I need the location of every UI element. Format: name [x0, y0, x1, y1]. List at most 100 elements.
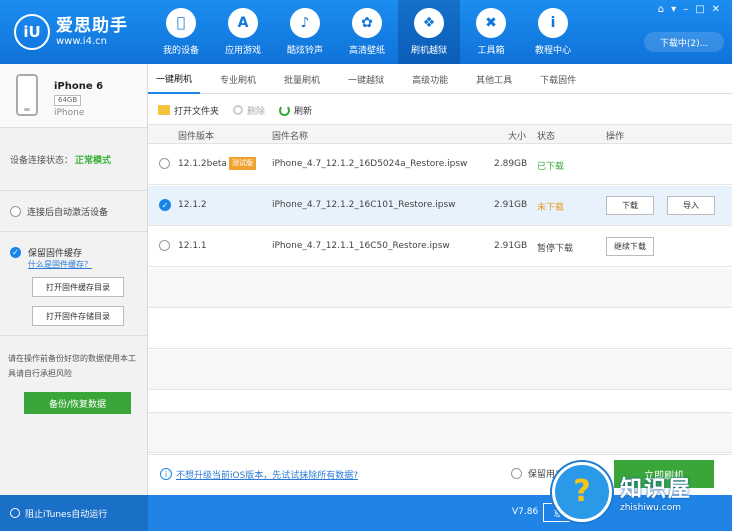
- tab-one-click-flash[interactable]: 一键刷机: [148, 64, 201, 94]
- window-controls: ⌂ ▾ – □ ✕: [658, 4, 720, 15]
- connection-label: 设备连接状态：: [10, 156, 74, 166]
- col-action: 操作: [606, 132, 625, 142]
- device-type: iPhone: [54, 108, 85, 118]
- delete-label: 删除: [247, 106, 266, 117]
- app-url: www.i4.cn: [56, 35, 107, 47]
- main-nav:  我的设备 A 应用游戏 ♪ 酷炫铃声 ✿ 高清壁纸 ❖ 刷机越狱 ✖ 工具箱 i 教程中心: [150, 0, 584, 64]
- row-firmware-name: iPhone_4.7_12.1.1_16C50_Restore.ipsw: [272, 241, 450, 251]
- auto-activate-option[interactable]: 连接后自动激活设备: [0, 192, 147, 232]
- sub-tabs: 一键刷机 专业刷机 批量刷机 一键越狱 高级功能 其他工具 下载固件: [148, 64, 732, 94]
- open-storage-dir-button[interactable]: 打开固件存储目录: [32, 306, 124, 326]
- nav-flash-jailbreak[interactable]: ❖ 刷机越狱: [398, 0, 460, 64]
- delete-icon: [233, 105, 244, 115]
- nav-label: 刷机越狱: [410, 46, 447, 56]
- app-logo: iU 爱思助手 www.i4.cn: [14, 14, 128, 50]
- skin-icon[interactable]: ⌂: [658, 4, 664, 15]
- firmware-cache-section: ✓ 保留固件缓存 什么是固件缓存？ 打开固件缓存目录 打开固件存储目录: [0, 233, 147, 336]
- row-size: 2.89GB: [494, 159, 528, 169]
- empty-row: [148, 350, 732, 390]
- row-firmware-name: iPhone_4.7_12.1.2_16C101_Restore.ipsw: [272, 200, 456, 210]
- nav-wallpapers[interactable]: ✿ 高清壁纸: [336, 0, 398, 64]
- resume-download-button[interactable]: 继续下载: [606, 237, 654, 256]
- erase-data-link[interactable]: 不想升级当前iOS版本，先试试抹除所有数据?: [176, 468, 358, 481]
- info-icon: i: [538, 8, 568, 38]
- nav-apps-games[interactable]: A 应用游戏: [212, 0, 274, 64]
- maximize-icon[interactable]: □: [695, 4, 704, 15]
- open-folder-button[interactable]: 打开文件夹: [158, 104, 219, 117]
- tools-icon: ✖: [476, 8, 506, 38]
- nav-tutorials[interactable]: i 教程中心: [522, 0, 584, 64]
- row-size: 2.91GB: [494, 241, 528, 251]
- table-row[interactable]: 12.1.1 iPhone_4.7_12.1.1_16C50_Restore.i…: [148, 227, 732, 267]
- checked-icon[interactable]: ✓: [10, 247, 21, 258]
- refresh-button[interactable]: 刷新: [279, 104, 312, 117]
- row-size: 2.91GB: [494, 200, 528, 210]
- apple-icon: : [166, 8, 196, 38]
- tab-other-tools[interactable]: 其他工具: [468, 64, 520, 94]
- radio-icon[interactable]: [159, 158, 170, 169]
- nav-my-device[interactable]:  我的设备: [150, 0, 212, 64]
- tab-one-click-jailbreak[interactable]: 一键越狱: [340, 64, 392, 94]
- empty-row: [148, 391, 732, 413]
- what-is-cache-link[interactable]: 什么是固件缓存？: [28, 259, 92, 270]
- row-status: 已下载: [537, 162, 565, 172]
- device-capacity-badge: 64GB: [54, 95, 82, 106]
- nav-label: 高清壁纸: [348, 46, 385, 56]
- refresh-icon: [279, 104, 291, 116]
- minimize-icon[interactable]: –: [683, 4, 688, 15]
- row-firmware-name: iPhone_4.7_12.1.2_16D5024a_Restore.ipsw: [272, 159, 468, 169]
- download-button[interactable]: 下载: [606, 196, 654, 215]
- device-card: iPhone 6 64GB iPhone: [0, 64, 147, 128]
- nav-label: 工具箱: [477, 46, 505, 56]
- auto-activate-label: 连接后自动激活设备: [27, 208, 109, 218]
- table-row[interactable]: ✓ 12.1.2 iPhone_4.7_12.1.2_16C101_Restor…: [148, 186, 732, 226]
- nav-toolbox[interactable]: ✖ 工具箱: [460, 0, 522, 64]
- tab-download-firmware[interactable]: 下载固件: [532, 64, 584, 94]
- col-version: 固件版本: [178, 132, 215, 142]
- flower-icon: ✿: [352, 8, 382, 38]
- watermark-name: 知识屋: [620, 476, 693, 502]
- checked-icon[interactable]: ✓: [159, 199, 171, 211]
- radio-icon[interactable]: [10, 206, 21, 217]
- empty-row: [148, 413, 732, 453]
- logo-mark-icon: iU: [14, 14, 50, 50]
- refresh-label: 刷新: [294, 106, 313, 117]
- row-status: 未下载: [537, 203, 565, 213]
- backup-restore-button[interactable]: 备份/恢复数据: [24, 392, 131, 414]
- nav-label: 应用游戏: [224, 46, 261, 56]
- row-version: 12.1.2beta: [178, 159, 227, 169]
- radio-icon[interactable]: [159, 240, 170, 251]
- app-name: 爱思助手: [56, 15, 128, 36]
- row-version: 12.1.2: [178, 200, 207, 210]
- download-center-button[interactable]: 下载中(2)...: [644, 32, 724, 52]
- block-itunes-option[interactable]: 阻止iTunes自动运行: [0, 495, 148, 531]
- radio-icon[interactable]: [10, 508, 20, 518]
- open-cache-dir-button[interactable]: 打开固件缓存目录: [32, 277, 124, 297]
- block-itunes-label: 阻止iTunes自动运行: [25, 509, 108, 520]
- row-version: 12.1.1: [178, 241, 207, 251]
- top-header: iU 爱思助手 www.i4.cn  我的设备 A 应用游戏 ♪ 酷炫铃声 ✿ 高清壁…: [0, 0, 732, 64]
- tab-advanced[interactable]: 高级功能: [404, 64, 456, 94]
- menu-icon[interactable]: ▾: [671, 4, 676, 15]
- tab-batch-flash[interactable]: 批量刷机: [276, 64, 328, 94]
- dropbox-icon: ❖: [414, 8, 444, 38]
- appstore-icon: A: [228, 8, 258, 38]
- close-icon[interactable]: ✕: [712, 4, 720, 15]
- open-folder-label: 打开文件夹: [174, 106, 220, 117]
- iphone-icon: [16, 74, 38, 116]
- table-row[interactable]: 12.1.2beta 测试版 iPhone_4.7_12.1.2_16D5024…: [148, 145, 732, 185]
- nav-ringtones[interactable]: ♪ 酷炫铃声: [274, 0, 336, 64]
- beta-badge: 测试版: [229, 157, 256, 170]
- table-header: 固件版本 固件名称 大小 状态 操作: [148, 124, 732, 144]
- folder-icon: [158, 105, 170, 115]
- col-size: 大小: [508, 132, 527, 142]
- empty-row: [148, 268, 732, 308]
- logo-text: 爱思助手 www.i4.cn: [56, 17, 128, 48]
- delete-button[interactable]: 删除: [233, 104, 265, 117]
- tab-pro-flash[interactable]: 专业刷机: [212, 64, 264, 94]
- row-status: 暂停下载: [537, 244, 574, 254]
- connection-status: 设备连接状态： 正常模式: [0, 129, 147, 191]
- radio-icon[interactable]: [511, 468, 522, 479]
- import-button[interactable]: 导入: [667, 196, 715, 215]
- app-window: iU 爱思助手 www.i4.cn  我的设备 A 应用游戏 ♪ 酷炫铃声 ✿ 高清壁…: [0, 0, 732, 531]
